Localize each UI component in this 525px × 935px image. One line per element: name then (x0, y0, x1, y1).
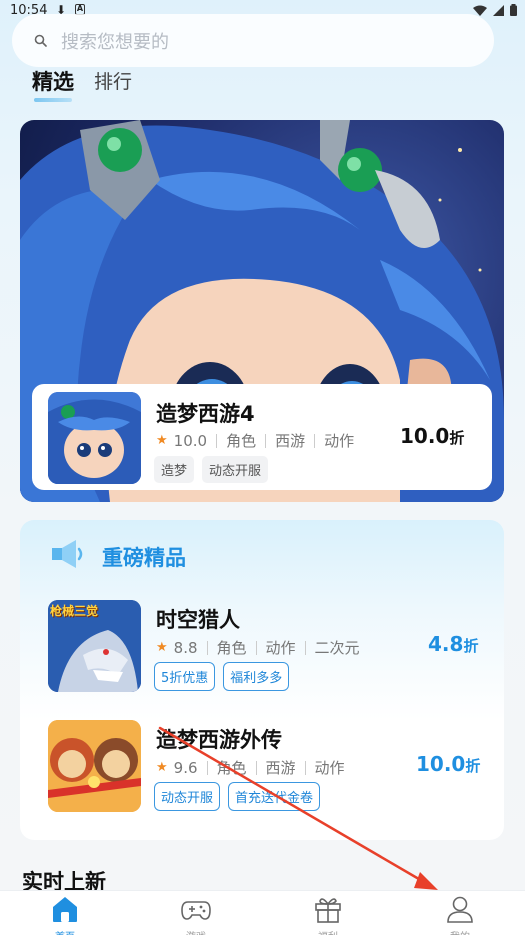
status-indicators (473, 4, 517, 16)
game-thumbnail: 枪械三觉 (48, 600, 141, 692)
gamepad-icon (181, 901, 211, 920)
game-genre: 角色 (226, 432, 257, 450)
game-icon-art (48, 392, 141, 484)
star-icon: ★ (156, 640, 168, 655)
nav-welfare[interactable]: 福利 (298, 891, 358, 935)
game-genre: 西游 (275, 432, 306, 450)
game-genre: 二次元 (314, 639, 360, 657)
thumb-logo-text: 枪械三觉 (50, 604, 99, 618)
game-rating: 10.0 (173, 431, 208, 450)
game-title: 造梦西游外传 (156, 728, 282, 752)
featured-banner[interactable]: 造梦西游4 ★ 10.0 角色 西游 动作 造梦 动态开服 10.0折 (20, 120, 504, 502)
nav-label: 我的 (430, 928, 490, 935)
game-meta: ★ 10.0 角色 西游 动作 (156, 430, 354, 451)
game-tag: 福利多多 (223, 662, 290, 691)
discount-label: 10.0折 (400, 424, 465, 448)
nav-label: 首页 (35, 928, 95, 935)
game-thumbnail (48, 720, 141, 812)
game-thumbnail (48, 392, 141, 484)
game-rating: 8.8 (173, 638, 198, 657)
game-genre: 角色 (216, 639, 247, 657)
section-title: 重磅精品 (102, 546, 186, 570)
game-tag: 造梦 (154, 456, 195, 483)
search-icon (34, 34, 47, 47)
tab-featured[interactable]: 精选 (32, 66, 74, 102)
game-title: 造梦西游4 (156, 402, 255, 426)
game-genre: 西游 (265, 759, 296, 777)
home-icon (53, 897, 77, 922)
game-rating: 9.6 (173, 758, 198, 777)
game-tag: 动态开服 (202, 456, 269, 483)
featured-game-card[interactable]: 造梦西游4 ★ 10.0 角色 西游 动作 造梦 动态开服 10.0折 (32, 384, 492, 490)
game-meta: ★ 9.6 角色 西游 动作 (156, 757, 345, 778)
game-tag: 动态开服 (154, 782, 221, 811)
nav-label: 游戏 (166, 928, 226, 935)
game-list-item[interactable]: 造梦西游外传 ★ 9.6 角色 西游 动作 动态开服 首充送代金卷 10.0折 (20, 712, 504, 818)
game-genre: 角色 (216, 759, 247, 777)
premium-section: 重磅精品 枪械三觉 时空猎人 ★ 8.8 角色 动作 二次元 5折优惠 福利多多… (20, 520, 504, 840)
game-genre: 动作 (265, 639, 296, 657)
signal-icon (493, 4, 504, 16)
game-genre: 动作 (314, 759, 345, 777)
discount-label: 4.8折 (428, 632, 479, 656)
game-tags: 造梦 动态开服 (154, 456, 269, 483)
search-placeholder: 搜索您想要的 (61, 31, 169, 53)
star-icon: ★ (156, 760, 168, 775)
game-meta: ★ 8.8 角色 动作 二次元 (156, 637, 360, 658)
user-icon (447, 896, 473, 923)
search-bar[interactable]: 搜索您想要的 (12, 14, 494, 67)
top-tabs: 精选 排行 (32, 66, 132, 102)
gift-icon (315, 898, 341, 923)
nav-mine[interactable]: 我的 (430, 891, 490, 935)
game-tag: 首充送代金卷 (228, 782, 321, 811)
game-title: 时空猎人 (156, 608, 240, 632)
discount-label: 10.0折 (416, 752, 481, 776)
game-tags: 动态开服 首充送代金卷 (154, 782, 321, 811)
game-tags: 5折优惠 福利多多 (154, 662, 290, 691)
nav-home[interactable]: 首页 (35, 891, 95, 935)
bottom-nav: 首页 游戏 福利 我的 (0, 890, 525, 935)
battery-icon (510, 4, 517, 16)
nav-games[interactable]: 游戏 (166, 891, 226, 935)
wifi-icon (473, 5, 487, 16)
game-genre: 动作 (324, 432, 355, 450)
game-icon-art (48, 720, 141, 812)
tab-ranking[interactable]: 排行 (94, 67, 132, 102)
megaphone-icon (52, 540, 83, 568)
game-list-item[interactable]: 枪械三觉 时空猎人 ★ 8.8 角色 动作 二次元 5折优惠 福利多多 4.8折 (20, 592, 504, 698)
game-tag: 5折优惠 (154, 662, 216, 691)
nav-label: 福利 (298, 928, 358, 935)
star-icon: ★ (156, 433, 168, 448)
